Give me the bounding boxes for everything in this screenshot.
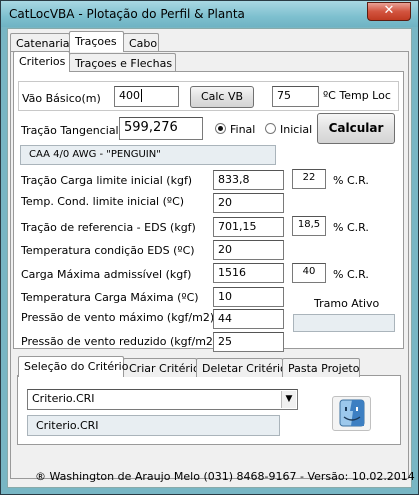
- criterio-select-value: Criterio.CRI: [32, 392, 95, 405]
- param-label: Tração Carga limite inicial (kgf): [21, 174, 193, 187]
- tramo-ativo-display: [293, 314, 395, 332]
- param-label: Pressão de vento reduzido (kgf/m2): [21, 335, 218, 348]
- final-radio-label[interactable]: Final: [230, 123, 255, 136]
- calcular-button[interactable]: Calcular: [317, 113, 395, 144]
- tab-tracoes-e-flechas[interactable]: Traçoes e Flechas: [69, 53, 176, 72]
- param-input[interactable]: 701,15: [213, 217, 284, 237]
- param-input[interactable]: 25: [213, 332, 284, 352]
- window-title: CatLocVBA - Plotação do Perfil & Planta: [9, 7, 245, 21]
- pct-label: % C.R.: [333, 221, 369, 234]
- tab-catenaria[interactable]: Catenaria: [10, 33, 70, 52]
- param-label: Temperatura Carga Máxima (ºC): [21, 291, 199, 304]
- pasta-projeto-button[interactable]: [332, 396, 371, 431]
- tracao-tangencial-input[interactable]: 599,276: [119, 117, 203, 140]
- tab-selecao-criterio[interactable]: Seleção do Critério: [18, 356, 128, 377]
- mac-finder-icon: [339, 399, 365, 427]
- tab-criar-criterio[interactable]: Criar Critério: [123, 358, 200, 377]
- param-input[interactable]: 1516: [213, 263, 284, 283]
- title-bar[interactable]: CatLocVBA - Plotação do Perfil & Planta …: [1, 1, 418, 27]
- param-input[interactable]: 833,8: [213, 170, 284, 190]
- inicial-radio-label[interactable]: Inicial: [280, 123, 312, 136]
- tab-criterios[interactable]: Criterios: [13, 51, 70, 72]
- param-input[interactable]: 20: [213, 240, 284, 260]
- vao-basico-input[interactable]: 400: [114, 86, 179, 107]
- temp-loc-label: ºC Temp Loc: [323, 89, 391, 102]
- param-label: Temp. Cond. limite inicial (ºC): [21, 195, 185, 208]
- param-input[interactable]: 10: [213, 287, 284, 307]
- criterio-display: Criterio.CRI: [27, 415, 280, 436]
- param-label: Temperatura condição EDS (ºC): [21, 244, 195, 257]
- calc-vb-button[interactable]: Calc VB: [190, 86, 254, 108]
- tab-deletar-criterio[interactable]: Deletar Critério: [196, 358, 287, 377]
- pct-label: % C.R.: [333, 268, 369, 281]
- tracao-tangencial-label: Tração Tangencial:: [21, 124, 123, 137]
- param-input[interactable]: 20: [213, 193, 284, 213]
- pct-input[interactable]: 40: [292, 263, 326, 283]
- tab-pasta-projeto[interactable]: Pasta Projeto: [282, 358, 360, 377]
- cable-name-display: CAA 4/0 AWG - "PENGUIN": [20, 145, 276, 165]
- inicial-radio[interactable]: [265, 123, 276, 134]
- footer-credit: ® Washington de Araujo Melo (031) 8468-9…: [35, 470, 415, 483]
- criterio-select[interactable]: Criterio.CRI: [27, 389, 298, 410]
- close-button[interactable]: ✕: [367, 2, 411, 21]
- param-label: Carga Máxima admissível (kgf): [21, 268, 192, 281]
- tab-cabo[interactable]: Cabo: [123, 33, 159, 52]
- pct-input[interactable]: 22: [292, 169, 326, 189]
- final-radio[interactable]: [215, 123, 226, 134]
- pct-input[interactable]: 18,5: [292, 216, 326, 236]
- param-input[interactable]: 44: [213, 309, 284, 329]
- tab-tracoes[interactable]: Traçoes: [69, 31, 124, 52]
- param-label: Pressão de vento máximo (kgf/m2): [21, 311, 215, 324]
- client-area: Catenaria Traçoes Cabo Criterios Traçoes…: [7, 28, 415, 488]
- pct-label: % C.R.: [333, 174, 369, 187]
- param-label: Tração de referencia - EDS (kgf): [21, 221, 196, 234]
- temp-loc-input[interactable]: 75: [272, 86, 319, 107]
- vao-basico-label: Vão Básico(m): [22, 92, 101, 105]
- tramo-ativo-label: Tramo Ativo: [314, 297, 380, 310]
- chevron-down-icon[interactable]: ▼: [281, 391, 296, 408]
